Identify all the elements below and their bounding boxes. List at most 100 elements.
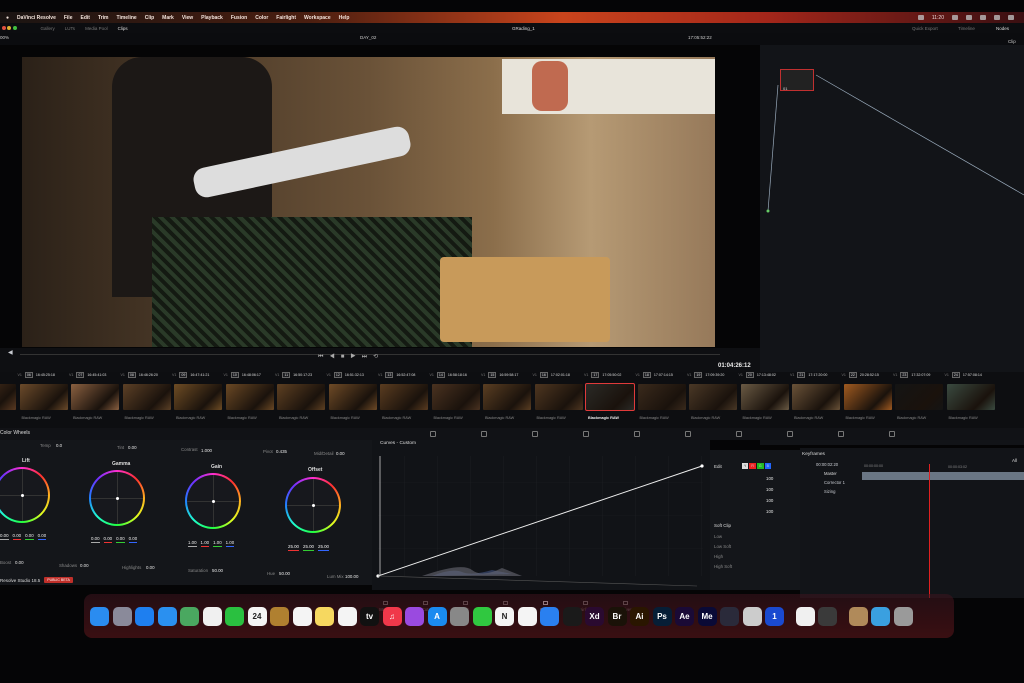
archive-utility-icon[interactable] xyxy=(848,606,868,626)
menu-mark[interactable]: Mark xyxy=(162,15,174,21)
tracker-icon[interactable] xyxy=(634,431,640,437)
clip-12[interactable]: V1 12 16:51:32:13 Blackmagic RAW xyxy=(327,372,379,428)
track-corrector-1[interactable]: Corrector 1 xyxy=(824,480,845,485)
clip-thumbnail[interactable] xyxy=(895,384,943,410)
wifi-icon[interactable] xyxy=(980,15,986,20)
lift-handle[interactable] xyxy=(20,493,24,497)
curves-tool-icon[interactable] xyxy=(430,431,436,437)
apple-menu-icon[interactable]: ● xyxy=(6,15,9,21)
volume-icon[interactable]: ◀ xyxy=(8,349,13,356)
gain-wheel[interactable] xyxy=(185,473,241,529)
podcasts-icon[interactable] xyxy=(405,606,424,626)
pivot-value[interactable]: 0.435 xyxy=(276,449,287,454)
menu-timeline[interactable]: Timeline xyxy=(117,15,137,21)
hue-value[interactable]: 50.00 xyxy=(279,571,290,576)
temp-value[interactable]: 0.0 xyxy=(56,443,62,448)
sizing-icon[interactable] xyxy=(838,431,844,437)
clip-09[interactable]: V1 09 16:47:41:21 Blackmagic RAW xyxy=(172,372,224,428)
nodes-button[interactable]: Nodes xyxy=(996,26,1009,31)
menu-workspace[interactable]: Workspace xyxy=(304,15,331,21)
channel-g[interactable]: G xyxy=(756,463,764,469)
battery-icon[interactable] xyxy=(994,15,1000,20)
clip-thumbnail[interactable] xyxy=(689,384,737,410)
offset-values[interactable]: 25.00 25.00 25.00 xyxy=(288,544,329,551)
photoshop-icon[interactable]: Ps xyxy=(652,606,672,626)
clip-22[interactable]: V1 22 20:28:52:15 Blackmagic RAW xyxy=(842,372,894,428)
qualifier-icon[interactable] xyxy=(532,431,538,437)
track-master[interactable]: Master xyxy=(824,471,837,476)
volume-icon[interactable] xyxy=(966,15,972,20)
clip-08[interactable]: V1 08 16:46:26:20 Blackmagic RAW xyxy=(121,372,173,428)
davinci-resolve-icon[interactable] xyxy=(720,606,739,626)
clip-16[interactable]: V1 16 17:02:01:18 Blackmagic RAW xyxy=(533,372,585,428)
menu-trim[interactable]: Trim xyxy=(98,15,109,21)
channel-y[interactable]: Y xyxy=(742,463,749,469)
clip-thumbnail[interactable] xyxy=(792,384,840,410)
clip-thumbnail[interactable] xyxy=(585,383,635,411)
messages-icon[interactable] xyxy=(472,606,492,626)
calendar-icon[interactable]: 24 xyxy=(247,606,267,626)
bluetooth-icon[interactable] xyxy=(952,15,958,20)
gain-values[interactable]: 1.00 1.00 1.00 1.00 xyxy=(188,540,235,547)
disk-utility-icon[interactable] xyxy=(742,606,762,626)
shadows-value[interactable]: 0.00 xyxy=(80,563,89,568)
channel-r[interactable]: R xyxy=(749,463,756,469)
gamma-handle[interactable] xyxy=(115,496,119,500)
clip-thumbnail[interactable] xyxy=(225,384,274,410)
clip-thumbnail[interactable] xyxy=(534,384,583,410)
music-icon[interactable]: ♫ xyxy=(382,606,402,626)
clip-11[interactable]: V1 11 16:50:17:23 Blackmagic RAW xyxy=(275,372,327,428)
clip-24[interactable]: V1 24 17:57:08:14 Blackmagic RAW xyxy=(945,372,997,428)
adobe-bridge-icon[interactable]: Br xyxy=(607,606,627,626)
quick-export-button[interactable]: Quick Export xyxy=(912,26,938,31)
clip-thumbnail[interactable] xyxy=(431,384,480,410)
clip-21[interactable]: V1 21 17:17:20:00 Blackmagic RAW xyxy=(790,372,842,428)
quicktime-icon[interactable] xyxy=(818,606,837,626)
media-encoder-icon[interactable]: Me xyxy=(697,606,717,626)
track-sizing[interactable]: Sizing xyxy=(824,489,835,494)
clip-thumbnail[interactable] xyxy=(740,384,789,410)
clip-13[interactable]: V1 13 16:52:47:08 Blackmagic RAW xyxy=(378,372,430,428)
menu-fairlight[interactable]: Fairlight xyxy=(276,15,296,21)
playback-controls[interactable]: ⏮◀■▶⏭⟲ xyxy=(318,353,384,361)
clip-15[interactable]: V1 15 16:59:58:17 Blackmagic RAW xyxy=(481,372,533,428)
wallet-icon[interactable] xyxy=(270,606,289,626)
lift-values[interactable]: 0.00 0.00 0.00 0.00 xyxy=(0,533,47,540)
clip-strip[interactable]: V10515:21 Blackmagic RAWV10616:45:25:18 … xyxy=(0,372,1024,428)
illustrator-icon[interactable]: Ai xyxy=(630,606,649,626)
clip-thumbnail[interactable] xyxy=(483,384,531,410)
menu-file[interactable]: File xyxy=(64,15,73,21)
gallery-button[interactable]: Gallery xyxy=(41,26,55,31)
lift-wheel[interactable] xyxy=(0,467,50,523)
menu-playback[interactable]: Playback xyxy=(201,15,223,21)
photos-icon[interactable] xyxy=(202,606,222,626)
zoom-dropdown[interactable]: 00% xyxy=(0,35,9,40)
clip-thumbnail[interactable] xyxy=(946,384,995,410)
clip-14[interactable]: V1 14 16:58:18:16 Blackmagic RAW xyxy=(430,372,482,428)
intensity-y[interactable]: 100 xyxy=(766,476,773,481)
highlights-value[interactable]: 0.00 xyxy=(146,565,155,570)
saturation-value[interactable]: 50.00 xyxy=(212,568,223,573)
timeline-button[interactable]: Timeline xyxy=(958,26,975,31)
intensity-g[interactable]: 100 xyxy=(766,498,773,503)
firefox-dev-icon[interactable] xyxy=(795,606,815,626)
contrast-value[interactable]: 1.000 xyxy=(201,448,212,453)
freeform-icon[interactable] xyxy=(337,606,357,626)
menu-clip[interactable]: Clip xyxy=(145,15,154,21)
clip-thumbnail[interactable] xyxy=(380,384,428,410)
blur-icon[interactable] xyxy=(736,431,742,437)
launchpad-icon[interactable] xyxy=(112,606,132,626)
system-settings-icon[interactable] xyxy=(450,606,469,626)
gamma-wheel[interactable] xyxy=(89,470,145,526)
intensity-r[interactable]: 100 xyxy=(766,487,773,492)
offset-wheel[interactable] xyxy=(285,477,341,533)
menu-help[interactable]: Help xyxy=(339,15,350,21)
clips-button[interactable]: Clips xyxy=(118,26,128,31)
maps-icon[interactable] xyxy=(180,606,199,626)
boost-value[interactable]: 0.00 xyxy=(15,560,24,565)
notion-icon[interactable]: N xyxy=(495,606,514,626)
gamma-values[interactable]: 0.00 0.00 0.00 0.00 xyxy=(91,536,138,543)
gain-handle[interactable] xyxy=(211,499,215,503)
clock[interactable]: 11:20 xyxy=(932,15,944,21)
clip-thumbnail[interactable] xyxy=(174,384,222,410)
